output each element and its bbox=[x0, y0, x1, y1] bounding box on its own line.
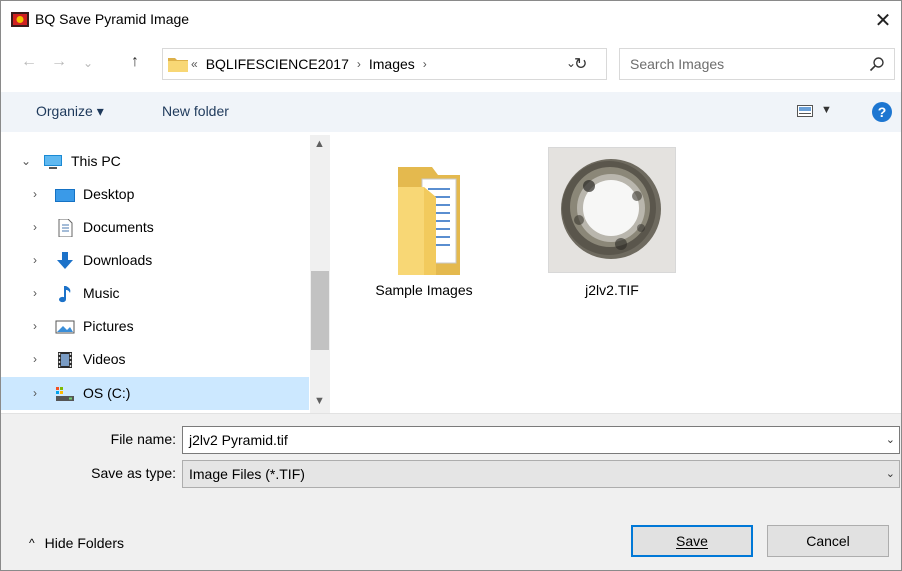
save-dialog: BQ Save Pyramid Image ✕ ← → ⌄ ↑ « BQLIFE… bbox=[0, 0, 902, 571]
address-bar[interactable]: « BQLIFESCIENCE2017 › Images › ⌄ bbox=[162, 48, 607, 80]
breadcrumb: « BQLIFESCIENCE2017 › Images › bbox=[191, 56, 427, 72]
search-input[interactable]: Search Images bbox=[630, 56, 724, 72]
tree-item-pictures[interactable]: › Pictures bbox=[1, 310, 309, 343]
command-bar: Organize ▾ New folder ▼ ? bbox=[1, 92, 901, 132]
up-button[interactable]: ↑ bbox=[131, 53, 139, 71]
tree-item-os-c[interactable]: › OS (C:) bbox=[1, 377, 309, 410]
save-type-select[interactable]: Image Files (*.TIF) ⌄ bbox=[182, 460, 900, 488]
tree-item-desktop[interactable]: › Desktop bbox=[1, 178, 309, 211]
title-bar: BQ Save Pyramid Image ✕ bbox=[1, 1, 901, 39]
chevron-right-icon[interactable]: › bbox=[33, 386, 37, 400]
save-type-label: Save as type: bbox=[91, 465, 176, 481]
breadcrumb-bqlifescience[interactable]: BQLIFESCIENCE2017 bbox=[206, 56, 349, 72]
computer-icon bbox=[44, 155, 62, 169]
breadcrumb-images[interactable]: Images bbox=[369, 56, 415, 72]
file-list: Sample Images j2lv2.TIF bbox=[332, 135, 901, 413]
recent-locations-button[interactable]: ⌄ bbox=[83, 56, 93, 70]
file-name-label: File name: bbox=[110, 431, 176, 447]
refresh-button[interactable]: ↻ bbox=[574, 54, 587, 74]
list-item-label: j2lv2.TIF bbox=[585, 282, 639, 298]
save-form: File name: j2lv2 Pyramid.tif ⌄ Save as t… bbox=[1, 413, 901, 570]
thumbnail-image-icon bbox=[549, 148, 675, 272]
chevron-up-icon[interactable]: ▲ bbox=[314, 138, 325, 150]
view-options-icon[interactable] bbox=[797, 105, 813, 117]
downloads-icon bbox=[57, 252, 73, 269]
hide-folders-label: Hide Folders bbox=[44, 535, 125, 551]
pictures-icon bbox=[55, 320, 75, 334]
tree-item-downloads[interactable]: › Downloads bbox=[1, 244, 309, 277]
file-name-field[interactable]: j2lv2 Pyramid.tif ⌄ bbox=[182, 426, 900, 454]
chevron-down-icon[interactable]: ▼ bbox=[314, 395, 325, 407]
documents-icon bbox=[58, 219, 73, 237]
chevron-right-icon[interactable]: › bbox=[33, 220, 37, 234]
tree-item-label: Pictures bbox=[83, 318, 134, 334]
navigation-bar: ← → ⌄ ↑ « BQLIFESCIENCE2017 › Images › ⌄… bbox=[1, 45, 901, 83]
tree-item-label: Documents bbox=[83, 219, 154, 235]
chevron-right-icon[interactable]: › bbox=[33, 187, 37, 201]
desktop-icon bbox=[55, 189, 75, 202]
image-thumbnail bbox=[548, 147, 676, 273]
chevron-up-icon: ^ bbox=[29, 536, 35, 550]
chevron-right-icon[interactable]: › bbox=[33, 253, 37, 267]
breadcrumb-separator[interactable]: › bbox=[423, 57, 427, 71]
view-dropdown-button[interactable]: ▼ bbox=[821, 104, 832, 116]
file-name-input[interactable]: j2lv2 Pyramid.tif bbox=[189, 432, 288, 448]
tree-item-label: Desktop bbox=[83, 186, 135, 202]
chevron-down-icon[interactable]: ⌄ bbox=[886, 433, 895, 446]
cancel-button-label: Cancel bbox=[806, 533, 850, 549]
list-item-j2lv2-tif[interactable]: j2lv2.TIF bbox=[510, 147, 676, 307]
help-icon[interactable]: ? bbox=[872, 102, 892, 122]
save-button[interactable]: Save bbox=[631, 525, 753, 557]
save-button-label: Save bbox=[676, 533, 708, 549]
tree-item-label: Videos bbox=[83, 351, 126, 367]
chevron-right-icon[interactable]: › bbox=[33, 286, 37, 300]
search-box[interactable]: Search Images bbox=[619, 48, 895, 80]
drive-icon bbox=[56, 387, 74, 401]
new-folder-button[interactable]: New folder bbox=[162, 103, 229, 119]
hide-folders-button[interactable]: ^ Hide Folders bbox=[29, 535, 124, 551]
breadcrumb-separator[interactable]: › bbox=[357, 57, 361, 71]
list-item-label: Sample Images bbox=[375, 282, 473, 298]
chevron-down-icon[interactable]: ⌄ bbox=[886, 467, 895, 480]
tree-item-label: Downloads bbox=[83, 252, 153, 268]
cancel-button[interactable]: Cancel bbox=[767, 525, 889, 557]
tree-item-label: OS (C:) bbox=[83, 385, 131, 401]
scrollbar-thumb[interactable] bbox=[311, 271, 329, 350]
navigation-pane: ⌄ This PC › Desktop › Documents › Downlo… bbox=[1, 135, 331, 413]
list-item-sample-images[interactable]: Sample Images bbox=[344, 147, 504, 307]
forward-button[interactable]: → bbox=[51, 53, 67, 71]
tree-item-this-pc[interactable]: ⌄ This PC bbox=[1, 145, 309, 178]
tree-item-documents[interactable]: › Documents bbox=[1, 211, 309, 244]
tree-item-music[interactable]: › Music bbox=[1, 277, 309, 310]
folder-icon bbox=[398, 167, 460, 275]
videos-icon bbox=[58, 352, 72, 368]
chevron-right-icon[interactable]: › bbox=[33, 319, 37, 333]
tree-item-videos[interactable]: › Videos bbox=[1, 343, 309, 376]
navigation-pane-scrollbar[interactable]: ▲ ▼ bbox=[310, 135, 330, 413]
chevron-right-icon[interactable]: › bbox=[33, 352, 37, 366]
back-button[interactable]: ← bbox=[21, 53, 37, 71]
organize-menu[interactable]: Organize ▾ bbox=[36, 103, 104, 120]
tree-item-label: Music bbox=[83, 285, 120, 301]
tree-item-label: This PC bbox=[71, 153, 121, 169]
window-title: BQ Save Pyramid Image bbox=[35, 11, 190, 27]
music-icon bbox=[59, 286, 71, 303]
save-type-value: Image Files (*.TIF) bbox=[189, 466, 305, 482]
folder-icon bbox=[168, 58, 188, 72]
chevron-down-icon[interactable]: ⌄ bbox=[21, 154, 31, 168]
close-button[interactable]: ✕ bbox=[865, 5, 901, 35]
search-icon[interactable] bbox=[869, 56, 885, 72]
app-icon bbox=[11, 12, 29, 27]
breadcrumb-overflow[interactable]: « bbox=[191, 57, 198, 71]
